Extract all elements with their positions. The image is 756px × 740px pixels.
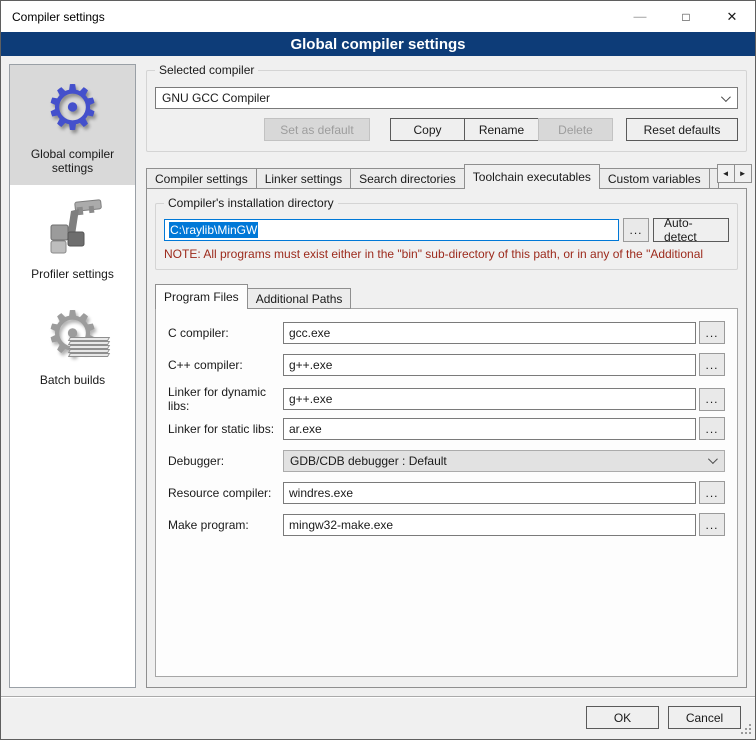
- cpp-compiler-input[interactable]: [283, 354, 696, 376]
- rename-button[interactable]: Rename: [464, 118, 539, 141]
- selected-path-text: C:\raylib\MinGW: [169, 222, 258, 238]
- field-label: Resource compiler:: [166, 486, 280, 500]
- sidebar-item-global-compiler-settings[interactable]: ⚙ Global compiler settings: [10, 65, 135, 185]
- browse-static-linker-button[interactable]: ...: [699, 417, 725, 440]
- resize-grip-icon[interactable]: [740, 723, 752, 735]
- static-linker-row: Linker for static libs: ...: [166, 417, 725, 440]
- page-title: Global compiler settings: [1, 32, 755, 56]
- chevron-down-icon: [708, 454, 718, 464]
- tab-scroll-right-button[interactable]: ►: [734, 164, 752, 183]
- make-program-input[interactable]: [283, 514, 696, 536]
- c-compiler-row: C compiler: ...: [166, 321, 725, 344]
- tab-toolchain-executables[interactable]: Toolchain executables: [464, 164, 600, 189]
- titlebar: Compiler settings — □ ✕: [1, 1, 755, 32]
- debugger-select[interactable]: GDB/CDB debugger : Default: [283, 450, 725, 472]
- browse-make-program-button[interactable]: ...: [699, 513, 725, 536]
- resource-compiler-input[interactable]: [283, 482, 696, 504]
- debugger-select-value: GDB/CDB debugger : Default: [290, 454, 447, 468]
- tab-compiler-settings[interactable]: Compiler settings: [146, 168, 257, 189]
- auto-detect-button[interactable]: Auto-detect: [653, 218, 729, 242]
- field-label: Debugger:: [166, 454, 280, 468]
- sidebar-item-profiler-settings[interactable]: Profiler settings: [10, 185, 135, 291]
- compiler-buttons: Set as default Copy Rename Delete Reset …: [155, 118, 738, 141]
- installation-directory-row: C:\raylib\MinGW ... Auto-detect: [164, 218, 729, 242]
- cancel-button[interactable]: Cancel: [668, 706, 741, 729]
- minimize-icon[interactable]: —: [617, 1, 663, 32]
- browse-cpp-compiler-button[interactable]: ...: [699, 353, 725, 376]
- dialog-footer: OK Cancel: [1, 698, 755, 739]
- gray-gear-stack-icon: ⚙: [41, 303, 105, 367]
- dialog-body: ⚙ Global compiler settings Pro: [1, 56, 755, 696]
- toolchain-executables-page: Compiler's installation directory C:\ray…: [146, 188, 747, 688]
- sidebar-item-label: Profiler settings: [31, 267, 114, 281]
- program-files-page: C compiler: ... C++ compiler: ... Linker…: [155, 308, 738, 677]
- group-label: Selected compiler: [155, 63, 258, 77]
- tab-linker-settings[interactable]: Linker settings: [256, 168, 351, 189]
- blue-gear-icon: ⚙: [41, 77, 105, 141]
- ok-button[interactable]: OK: [586, 706, 659, 729]
- delete-button: Delete: [538, 118, 613, 141]
- field-label: Linker for static libs:: [166, 422, 280, 436]
- debugger-row: Debugger: GDB/CDB debugger : Default: [166, 449, 725, 472]
- tab-additional-paths[interactable]: Additional Paths: [247, 288, 352, 309]
- tab-scroll-arrows: ◄ ►: [718, 164, 752, 183]
- chevron-down-icon: [721, 92, 731, 102]
- sidebar-item-label: Global compiler settings: [14, 147, 131, 175]
- settings-tabs: Compiler settings Linker settings Search…: [146, 164, 747, 189]
- browse-dynamic-linker-button[interactable]: ...: [699, 388, 725, 411]
- settings-category-list: ⚙ Global compiler settings Pro: [9, 64, 136, 688]
- group-label: Compiler's installation directory: [164, 196, 338, 210]
- dynamic-linker-input[interactable]: [283, 388, 696, 410]
- program-tabs: Program Files Additional Paths: [155, 284, 738, 309]
- reset-defaults-button[interactable]: Reset defaults: [626, 118, 738, 141]
- caption-buttons: — □ ✕: [617, 1, 755, 32]
- cpp-compiler-row: C++ compiler: ...: [166, 353, 725, 376]
- installation-directory-input[interactable]: C:\raylib\MinGW: [164, 219, 619, 241]
- arrow-left-icon: ◄: [722, 169, 730, 178]
- close-icon[interactable]: ✕: [709, 1, 755, 32]
- tab-scroll-left-button[interactable]: ◄: [717, 164, 735, 183]
- note-text: NOTE: All programs must exist either in …: [164, 247, 729, 261]
- field-label: C compiler:: [166, 326, 280, 340]
- installation-directory-group: Compiler's installation directory C:\ray…: [155, 203, 738, 270]
- static-linker-input[interactable]: [283, 418, 696, 440]
- browse-resource-compiler-button[interactable]: ...: [699, 481, 725, 504]
- field-label: Make program:: [166, 518, 280, 532]
- make-program-row: Make program: ...: [166, 513, 725, 536]
- sidebar-item-label: Batch builds: [40, 373, 105, 387]
- sidebar-item-batch-builds[interactable]: ⚙ Batch builds: [10, 291, 135, 397]
- caliper-icon: [41, 197, 105, 261]
- selected-compiler-group: Selected compiler GNU GCC Compiler Set a…: [146, 70, 747, 152]
- tab-custom-variables[interactable]: Custom variables: [599, 168, 710, 189]
- tab-program-files[interactable]: Program Files: [155, 284, 248, 309]
- arrow-right-icon: ►: [739, 169, 747, 178]
- compiler-settings-dialog: Compiler settings — □ ✕ Global compiler …: [0, 0, 756, 740]
- settings-panel: Selected compiler GNU GCC Compiler Set a…: [146, 64, 747, 688]
- resource-compiler-row: Resource compiler: ...: [166, 481, 725, 504]
- compiler-select-value: GNU GCC Compiler: [162, 91, 270, 105]
- compiler-select[interactable]: GNU GCC Compiler: [155, 87, 738, 109]
- dynamic-linker-row: Linker for dynamic libs: ...: [166, 385, 725, 408]
- browse-directory-button[interactable]: ...: [623, 218, 649, 242]
- maximize-icon[interactable]: □: [663, 1, 709, 32]
- field-label: C++ compiler:: [166, 358, 280, 372]
- copy-button[interactable]: Copy: [390, 118, 465, 141]
- tab-search-directories[interactable]: Search directories: [350, 168, 465, 189]
- field-label: Linker for dynamic libs:: [166, 385, 280, 413]
- set-as-default-button: Set as default: [264, 118, 370, 141]
- window-title: Compiler settings: [1, 10, 105, 24]
- browse-c-compiler-button[interactable]: ...: [699, 321, 725, 344]
- c-compiler-input[interactable]: [283, 322, 696, 344]
